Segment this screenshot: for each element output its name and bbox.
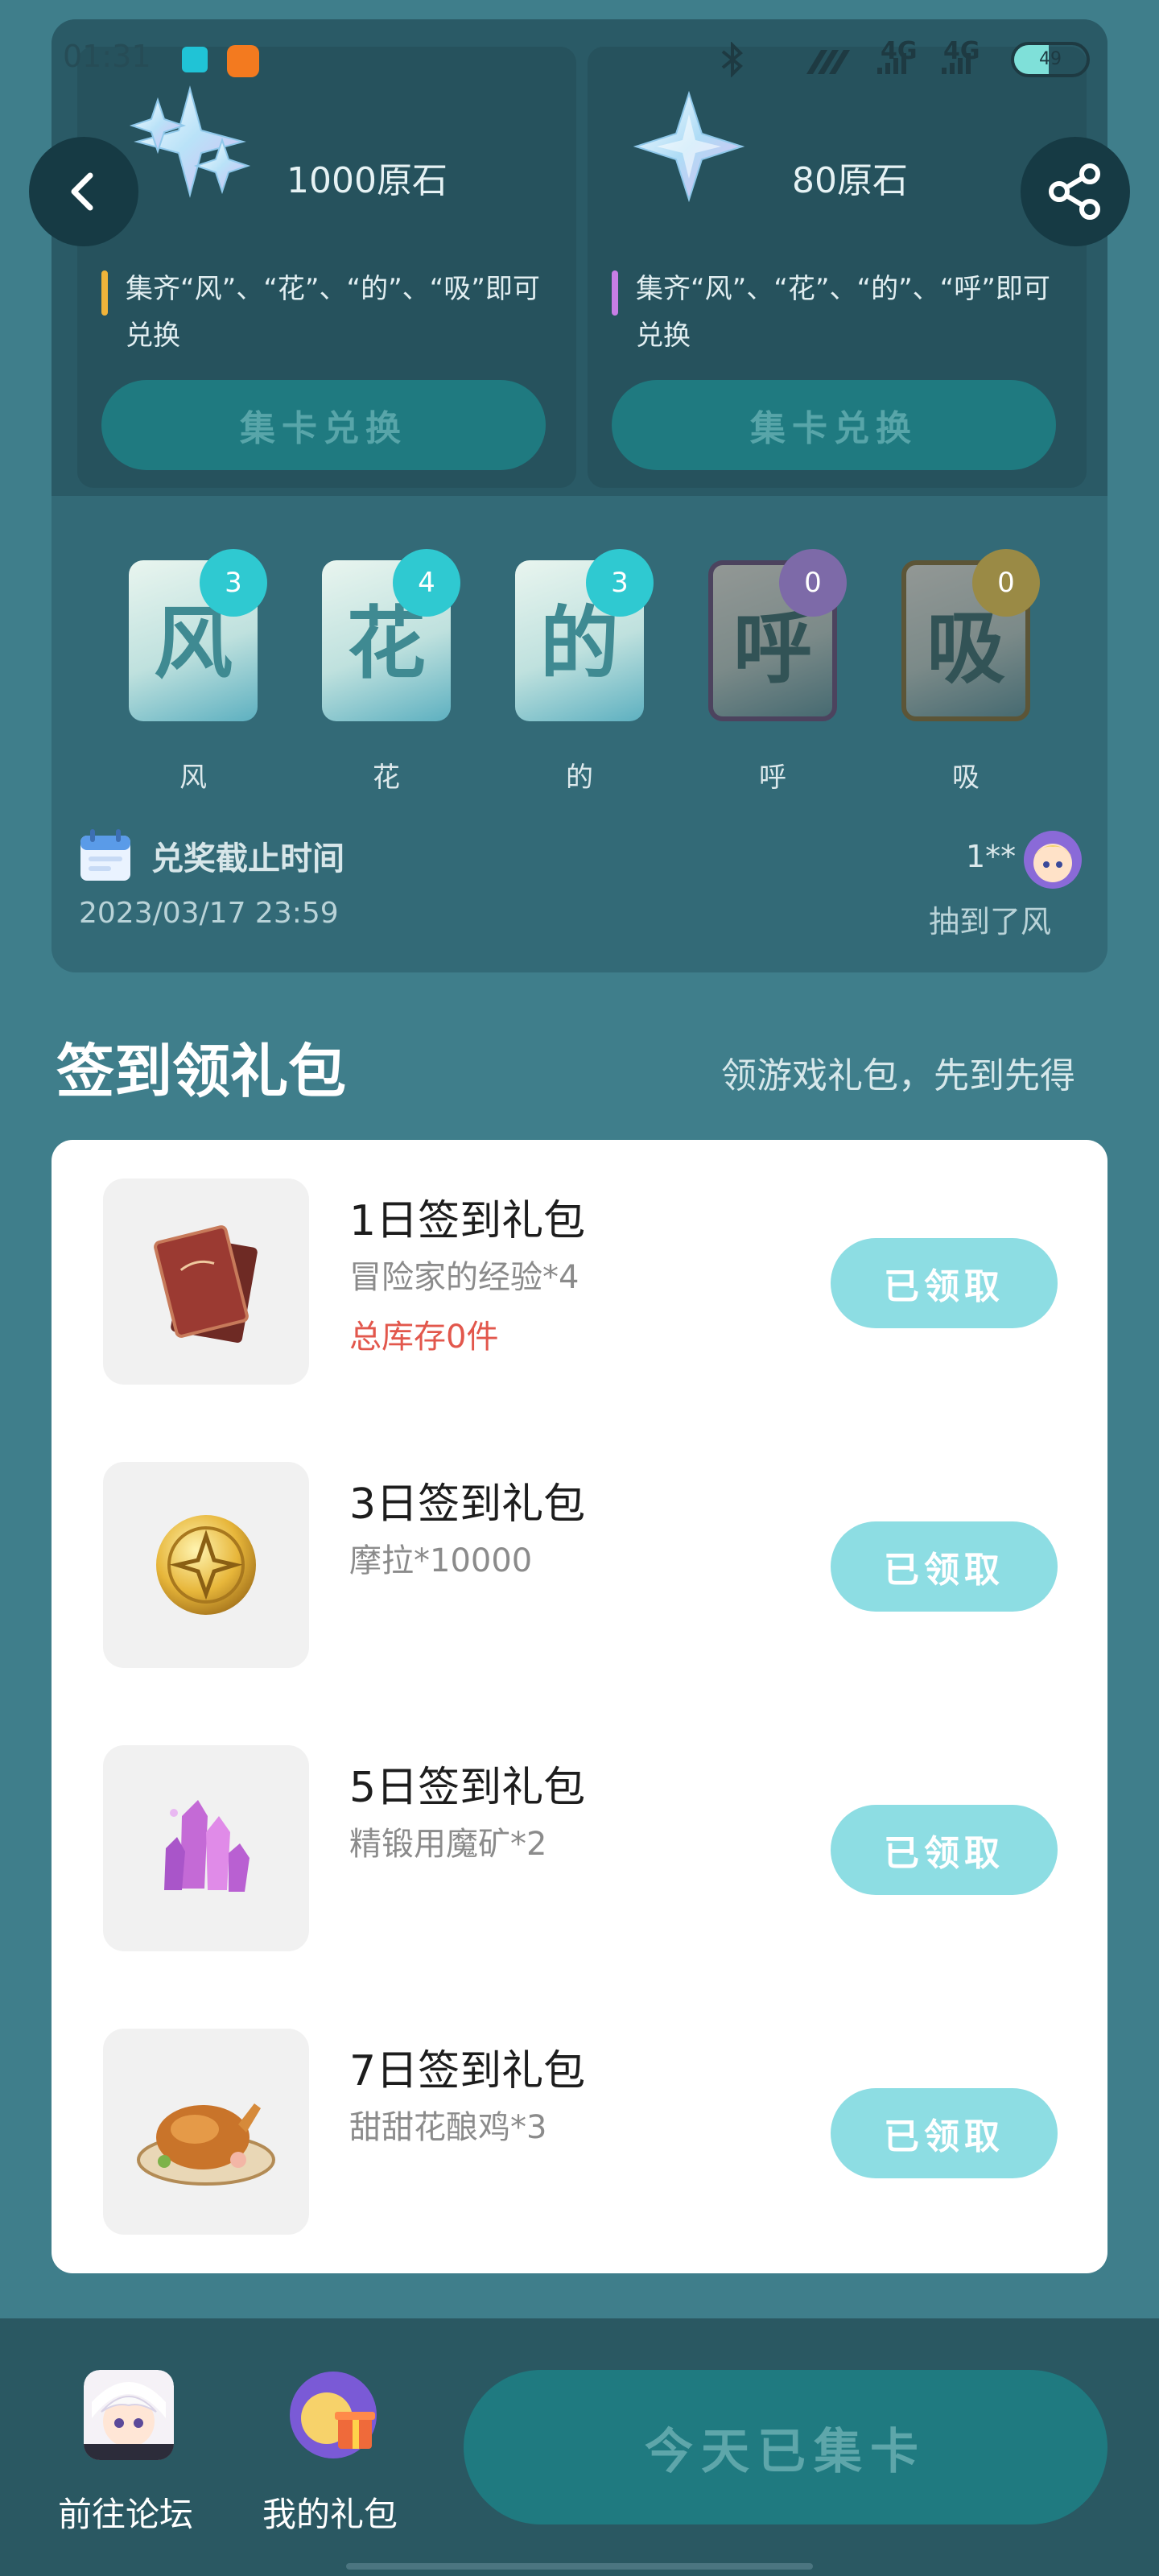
gift-description: 冒险家的经验*4 <box>349 1259 580 1296</box>
claimed-button[interactable]: 已领取 <box>831 1805 1058 1895</box>
prize-card-80: 80原石 集齐“风”、“花”、“的”、“呼”即可兑换 集卡兑换 <box>588 47 1087 488</box>
gift-thumbnail <box>103 2029 309 2235</box>
prize-card-1000: 1000原石 集齐“风”、“花”、“的”、“吸”即可兑换 集卡兑换 <box>77 47 576 488</box>
gift-list: 1日签到礼包 冒险家的经验*4 总库存0件 已领取 3日签到礼包 摩拉*1000… <box>52 1140 1107 2273</box>
battery-icon: 49 <box>1011 42 1090 77</box>
prize-name: 1000原石 <box>287 160 448 201</box>
gift-description: 精锻用魔矿*2 <box>349 1826 547 1863</box>
roast-chicken-icon <box>137 2103 275 2186</box>
forum-nav-item[interactable] <box>84 2370 174 2463</box>
list-item: 5日签到礼包 精锻用魔矿*2 已领取 <box>52 1707 1107 1990</box>
gift-title: 5日签到礼包 <box>349 1764 586 1812</box>
gift-thumbnail <box>103 1462 309 1668</box>
home-indicator[interactable] <box>346 2563 813 2570</box>
avatar <box>1024 831 1082 889</box>
card-label: 的 <box>566 762 593 794</box>
mora-coin-icon <box>156 1515 256 1615</box>
card-label: 呼 <box>759 762 786 794</box>
prize-name: 80原石 <box>792 160 908 201</box>
gift-thumbnail <box>103 1179 309 1385</box>
my-gifts-label[interactable]: 我的礼包 <box>262 2487 398 2537</box>
primogem-icon <box>633 90 745 203</box>
gift-box-icon <box>290 2372 377 2458</box>
chevron-left-icon <box>71 172 93 211</box>
gift-thumbnail <box>103 1745 309 1951</box>
card-count-badge: 3 <box>200 549 267 617</box>
card-label: 风 <box>179 762 207 794</box>
status-time: 01:31 <box>63 39 151 74</box>
primogem-cluster-icon <box>129 85 251 198</box>
winner-description: 抽到了风 <box>929 904 1052 939</box>
card-count-badge: 0 <box>779 549 847 617</box>
list-item: 3日签到礼包 摩拉*10000 已领取 <box>52 1423 1107 1707</box>
crystal-icon <box>164 1800 250 1892</box>
gift-description: 摩拉*10000 <box>349 1542 533 1579</box>
deadline-date: 2023/03/17 23:59 <box>79 897 339 930</box>
signal-icon <box>806 50 971 74</box>
calendar-icon <box>80 829 130 881</box>
gift-title: 7日签到礼包 <box>349 2047 586 2095</box>
share-icon <box>1049 163 1100 220</box>
card-count-badge: 3 <box>586 549 654 617</box>
book-icon <box>154 1225 258 1343</box>
app-notification-icon <box>227 45 259 77</box>
my-gifts-nav-item[interactable] <box>288 2370 378 2463</box>
collect-card-panel: 1000原石 集齐“风”、“花”、“的”、“吸”即可兑换 集卡兑换 80原石 集… <box>52 19 1107 972</box>
forum-label[interactable]: 前往论坛 <box>58 2487 193 2537</box>
collected-today-button[interactable]: 今天已集卡 <box>464 2370 1107 2524</box>
battery-level: 49 <box>1039 49 1062 69</box>
claimed-button[interactable]: 已领取 <box>831 1238 1058 1328</box>
list-item: 1日签到礼包 冒险家的经验*4 总库存0件 已领取 <box>52 1140 1107 1423</box>
prize-accent-bar <box>612 270 618 316</box>
prize-accent-bar <box>101 270 108 316</box>
prize-description: 集齐“风”、“花”、“的”、“吸”即可兑换 <box>126 273 540 352</box>
prize-description: 集齐“风”、“花”、“的”、“呼”即可兑换 <box>636 273 1050 352</box>
prize-section: 1000原石 集齐“风”、“花”、“的”、“吸”即可兑换 集卡兑换 80原石 集… <box>52 19 1107 496</box>
gift-title: 3日签到礼包 <box>349 1480 586 1529</box>
gift-stock: 总库存0件 <box>349 1319 499 1356</box>
winner-name: 1** <box>966 839 1017 874</box>
card-count-badge: 0 <box>972 549 1040 617</box>
section-subtitle: 领游戏礼包，先到先得 <box>721 1055 1075 1096</box>
list-item: 7日签到礼包 甜甜花酿鸡*3 已领取 <box>52 1990 1107 2273</box>
bluetooth-icon <box>721 42 743 77</box>
card-label: 吸 <box>952 762 980 794</box>
card-count-badge: 4 <box>393 549 460 617</box>
gift-title: 1日签到礼包 <box>349 1197 586 1245</box>
back-button[interactable] <box>29 137 138 246</box>
share-button[interactable] <box>1021 137 1130 246</box>
deadline-title: 兑奖截止时间 <box>151 840 344 877</box>
redeem-button[interactable]: 集卡兑换 <box>612 380 1056 470</box>
card-label: 花 <box>373 762 400 794</box>
taptap-app-icon <box>182 47 208 72</box>
claimed-button[interactable]: 已领取 <box>831 1521 1058 1612</box>
forum-avatar-icon <box>84 2370 174 2460</box>
redeem-button[interactable]: 集卡兑换 <box>101 380 546 470</box>
gift-description: 甜甜花酿鸡*3 <box>349 2109 547 2146</box>
claimed-button[interactable]: 已领取 <box>831 2088 1058 2178</box>
section-title: 签到领礼包 <box>56 1038 347 1105</box>
